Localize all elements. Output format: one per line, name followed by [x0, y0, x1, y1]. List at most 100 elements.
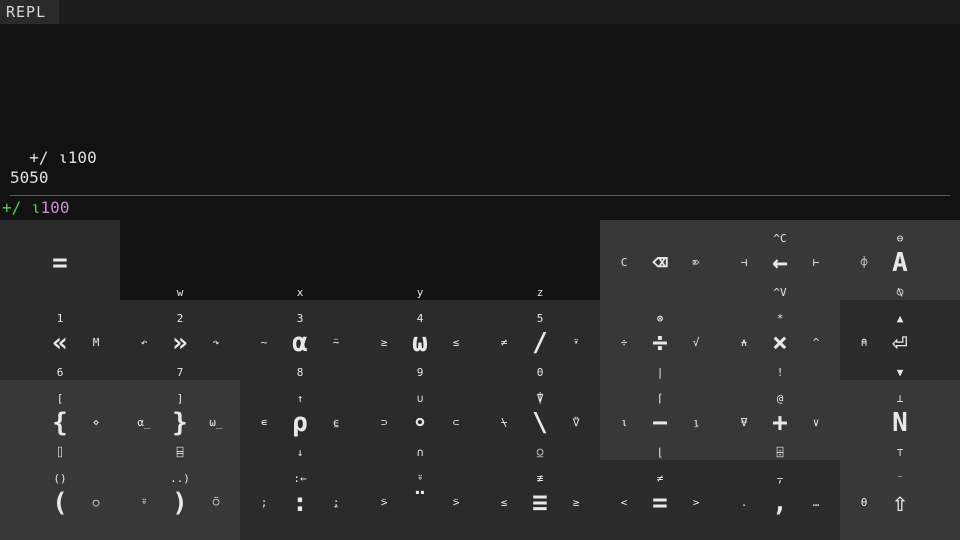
key-divide[interactable]: ÷ ⊛ | ÷ √ [600, 300, 720, 380]
key-rbrace[interactable]: }] ⌸ ⍺̲ ⍵̲ [120, 380, 240, 460]
repl-tab-label: REPL [6, 3, 47, 21]
key-letter-label: y [416, 286, 424, 299]
key-comma-top-glyph: ⍪ [776, 472, 784, 485]
key-minus-right-glyph: ⍸ [692, 416, 700, 429]
key-comma[interactable]: , ⍪.… [720, 460, 840, 540]
key-circle[interactable]: ∘ ∪ ∩ ⊃ ⊂ [360, 380, 480, 460]
key-k2[interactable]: » 2 7 ↶ ↷ [120, 300, 240, 380]
key-k3-bottom-glyph: 8 [296, 366, 304, 379]
key-match-main-glyph: ≡ [532, 488, 548, 518]
key-k1-top-glyph: 1 [56, 312, 64, 325]
key-shift-a-left-glyph: ⌽ [860, 256, 868, 269]
key-k2-top-glyph: 2 [176, 312, 184, 325]
key-enter-left-glyph: ⍝ [860, 336, 868, 349]
key-rparen[interactable]: )..) ⍤ ⍥ [120, 460, 240, 540]
key-shift-a-top-glyph: ⊖ [896, 232, 904, 245]
key-lparen[interactable]: (() ○ [0, 460, 120, 540]
key-plus[interactable]: + @ ⌹ ⍫ ∨ [720, 380, 840, 460]
key-rho-main-glyph: ⍴ [292, 408, 308, 438]
key-k1-bottom-glyph: 6 [56, 366, 64, 379]
key-rbrace-main-glyph: } [172, 408, 188, 438]
key-k4[interactable]: ⍵ 4 9 ≥ ≤ [360, 300, 480, 380]
key-rho[interactable]: ⍴ ↑ ↓ ∊ ⍷ [240, 380, 360, 460]
key-letter-label: z [536, 286, 544, 299]
key-lbrace-main-glyph: { [52, 408, 68, 438]
key-k4-top-glyph: 4 [416, 312, 424, 325]
key-colon[interactable]: ::←; ⍮ [240, 460, 360, 540]
key-bslash[interactable]: \ ⍒ ⍜ ⍀ ⍢ [480, 380, 600, 460]
key-equals-main-glyph: = [52, 248, 68, 278]
key-times-right-glyph: ^ [812, 336, 820, 349]
key-minus-bottom-glyph: ⌊ [656, 446, 664, 459]
key-left-main-glyph: ← [772, 248, 788, 278]
key-shift[interactable]: ⇧ ⁻ θ [840, 460, 960, 540]
key-bslash-main-glyph: \ [532, 408, 548, 438]
key-enter[interactable]: ⏎ ▲ ▼ ⍝ [840, 300, 960, 380]
key-diaer[interactable]: ¨ ⍤ ⍩ ⍩ [360, 460, 480, 540]
key-comma-main-glyph: , [772, 488, 788, 518]
key-shift-a[interactable]: A ⊖ ⍉ ⌽ [840, 220, 960, 300]
key-lparen-right-glyph: ○ [92, 496, 100, 509]
key-times-bottom-glyph: ! [776, 366, 784, 379]
key-bslash-right-glyph: ⍢ [572, 416, 580, 429]
key-k1[interactable]: « 1 6 M [0, 300, 120, 380]
key-rparen-top-glyph: ..) [170, 472, 190, 485]
key-colon-top-glyph: :← [293, 472, 307, 485]
key-null[interactable]: N ⊥ ⊤ [840, 380, 960, 460]
key-backspace[interactable]: ⌫ C ⌦ [600, 220, 720, 300]
key-eq2-left-glyph: < [620, 496, 628, 509]
key-match-top-glyph: ≢ [536, 472, 544, 485]
key-rparen-right-glyph: ⍥ [212, 496, 220, 509]
key-shift-a-main-glyph: A [892, 248, 908, 278]
key-plus-left-glyph: ⍫ [740, 416, 748, 429]
key-circle-left-glyph: ⊃ [380, 416, 388, 429]
key-colon-right-glyph: ⍮ [332, 496, 340, 509]
key-k3[interactable]: ⍺ 3 8 ~ ⍨ [240, 300, 360, 380]
key-left[interactable]: ← ^C ^V ⊣ ⊢ [720, 220, 840, 300]
key-left-left-glyph: ⊣ [740, 256, 748, 269]
history-input-line: +/ ⍳100 [10, 148, 97, 167]
key-diaer-main-glyph: ¨ [412, 488, 428, 518]
key-times[interactable]: × *! ⍲ ^ [720, 300, 840, 380]
key-lparen-main-glyph: ( [52, 488, 68, 518]
key-k5[interactable]: / 5 0 ≠ ⍣ [480, 300, 600, 380]
key-match[interactable]: ≡ ≢ ≤ ≥ [480, 460, 600, 540]
repl-input-line[interactable]: +/ ⍳100 [2, 198, 69, 218]
key-eq2-main-glyph: = [652, 488, 668, 518]
key-rbrace-left-glyph: ⍺̲ [137, 416, 151, 429]
key-match-left-glyph: ≤ [500, 496, 508, 509]
key-k4-main-glyph: ⍵ [412, 328, 428, 358]
key-null-bottom-glyph: ⊤ [896, 446, 904, 459]
key-rho-right-glyph: ⍷ [332, 416, 340, 429]
key-k5-bottom-glyph: 0 [536, 366, 544, 379]
key-minus-left-glyph: ⍳ [620, 416, 628, 429]
history-separator [10, 195, 950, 196]
repl-tab[interactable]: REPL [0, 0, 59, 24]
key-backspace-right-glyph: ⌦ [692, 256, 700, 269]
key-circle-main-glyph: ∘ [412, 408, 428, 438]
key-circle-top-glyph: ∪ [416, 392, 424, 405]
history-result-line: 5050 [10, 168, 49, 187]
key-eq2-top-glyph: ≠ [656, 472, 664, 485]
key-k4-bottom-glyph: 9 [416, 366, 424, 379]
key-k1-right-glyph: M [92, 336, 100, 349]
tab-bar [59, 0, 960, 24]
key-left-bottom-glyph: ^V [773, 286, 787, 299]
key-enter-top-glyph: ▲ [896, 312, 904, 325]
key-shift-left-glyph: θ [860, 496, 868, 509]
key-minus[interactable]: − ⌈ ⌊ ⍳ ⍸ [600, 380, 720, 460]
key-k2-right-glyph: ↷ [212, 336, 220, 349]
key-comma-right-glyph: … [812, 496, 820, 509]
key-bslash-left-glyph: ⍀ [500, 416, 508, 429]
key-rbrace-bottom-glyph: ⌸ [176, 446, 184, 459]
key-bslash-bottom-glyph: ⍜ [536, 446, 544, 459]
apl-keyboard: = ⌫ C ⌦ ← ^C ^V ⊣ ⊢ A ⊖ ⍉ ⌽ « 1 6 M » 2 7 ↶ ↷ ⍺ 3 8 ~ ⍨ ⍵ 4 9 ≥ ≤ / 5 0 ≠ ⍣ ÷… [0, 220, 960, 540]
key-k3-right-glyph: ⍨ [332, 336, 340, 349]
key-minus-top-glyph: ⌈ [656, 392, 664, 405]
key-k2-left-glyph: ↶ [140, 336, 148, 349]
key-eq2[interactable]: = ≠ < > [600, 460, 720, 540]
key-letter-label: x [296, 286, 304, 299]
key-lbrace[interactable]: {[⌷ ⋄ [0, 380, 120, 460]
key-equals[interactable]: = [0, 220, 120, 300]
key-shift-top-glyph: ⁻ [896, 472, 904, 485]
